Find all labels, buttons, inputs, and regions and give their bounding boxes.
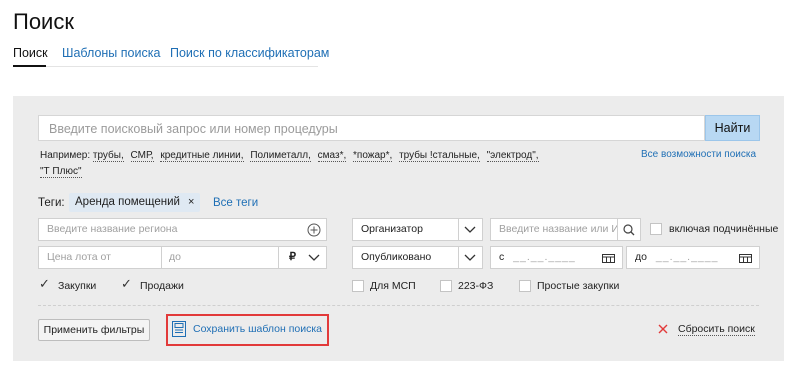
fz223-checkbox[interactable] (440, 280, 452, 292)
chevron-down-icon (308, 254, 320, 261)
chevron-down-icon (464, 254, 476, 261)
currency-select[interactable]: ₽ (289, 247, 296, 268)
example-link[interactable]: СМР, (130, 150, 154, 162)
purchases-label: Закупки (58, 280, 97, 292)
examples-label: Например: (40, 150, 91, 161)
all-tags-link[interactable]: Все теги (213, 197, 258, 209)
purchases-checkbox[interactable]: ✓ (39, 277, 50, 290)
date-to-mask: __.__.____ (655, 251, 719, 263)
tab-classifier-search[interactable]: Поиск по классификаторам (170, 46, 329, 60)
example-link[interactable]: кредитные линии, (160, 150, 244, 162)
example-link[interactable]: *пожар*, (353, 150, 393, 162)
region-placeholder: Введите название региона (47, 223, 178, 235)
add-region-icon[interactable] (307, 223, 321, 237)
save-template-button[interactable]: Сохранить шаблон поиска (193, 323, 322, 335)
apply-filters-button[interactable]: Применить фильтры (38, 319, 150, 341)
region-input[interactable]: Введите название региона (38, 218, 327, 241)
active-tab-indicator (13, 65, 46, 67)
calendar-icon[interactable] (739, 253, 752, 263)
date-from-mask: __.__.____ (513, 251, 576, 263)
fz223-label: 223-ФЗ (458, 280, 494, 292)
date-from-prefix: с (499, 251, 505, 263)
tag-chip-label: Аренда помещений (75, 196, 180, 208)
calendar-icon[interactable] (602, 253, 615, 263)
include-subordinates-checkbox[interactable] (650, 223, 662, 235)
price-from-input[interactable]: Цена лота от (47, 251, 111, 263)
example-link[interactable]: смаз*, (317, 150, 347, 162)
price-range: Цена лота от до ₽ (38, 246, 327, 269)
search-icon[interactable] (623, 224, 635, 236)
remove-tag-icon[interactable]: × (188, 196, 194, 208)
tag-chip: Аренда помещений × (69, 193, 201, 212)
divider (38, 305, 759, 306)
include-subordinates-label: включая подчинённые (669, 223, 779, 235)
sales-label: Продажи (140, 280, 184, 292)
organizer-select-value: Организатор (361, 223, 423, 235)
date-to-input[interactable]: до __.__.____ (626, 246, 760, 269)
find-button[interactable]: Найти (705, 115, 760, 141)
simple-purchases-label: Простые закупки (537, 280, 620, 292)
example-link[interactable]: трубы !стальные, (399, 150, 480, 162)
example-link[interactable]: "Т Плюс" (40, 166, 82, 178)
document-icon[interactable] (172, 321, 186, 337)
all-search-options-link[interactable]: Все возможности поиска (641, 149, 756, 160)
tags-label: Теги: (38, 197, 65, 209)
date-to-prefix: до (635, 251, 647, 263)
close-icon[interactable] (658, 324, 668, 334)
example-link[interactable]: трубы, (92, 150, 124, 162)
simple-purchases-checkbox[interactable] (519, 280, 531, 292)
organizer-select[interactable]: Организатор (352, 218, 483, 241)
page-title: Поиск (13, 9, 74, 34)
msp-checkbox[interactable] (352, 280, 364, 292)
search-examples: Например: трубы, СМР, кредитные линии, П… (40, 148, 600, 180)
price-to-input[interactable]: до (169, 247, 181, 268)
tab-search-templates[interactable]: Шаблоны поиска (62, 46, 160, 60)
sales-checkbox[interactable]: ✓ (121, 277, 132, 290)
msp-label: Для МСП (370, 280, 416, 292)
chevron-down-icon (464, 226, 476, 233)
status-select-value: Опубликовано (361, 251, 432, 263)
organizer-input-placeholder: Введите название или ИНН (499, 223, 617, 235)
tabs-divider (13, 66, 318, 67)
search-input[interactable]: Введите поисковый запрос или номер проце… (38, 115, 705, 141)
example-link[interactable]: Полиметалл, (250, 150, 311, 162)
tab-search[interactable]: Поиск (13, 46, 48, 60)
status-select[interactable]: Опубликовано (352, 246, 483, 269)
example-link[interactable]: "электрод", (486, 150, 539, 162)
organizer-input[interactable]: Введите название или ИНН (490, 218, 641, 241)
reset-search-link[interactable]: Сбросить поиск (678, 323, 755, 336)
date-from-input[interactable]: с __.__.____ (490, 246, 623, 269)
